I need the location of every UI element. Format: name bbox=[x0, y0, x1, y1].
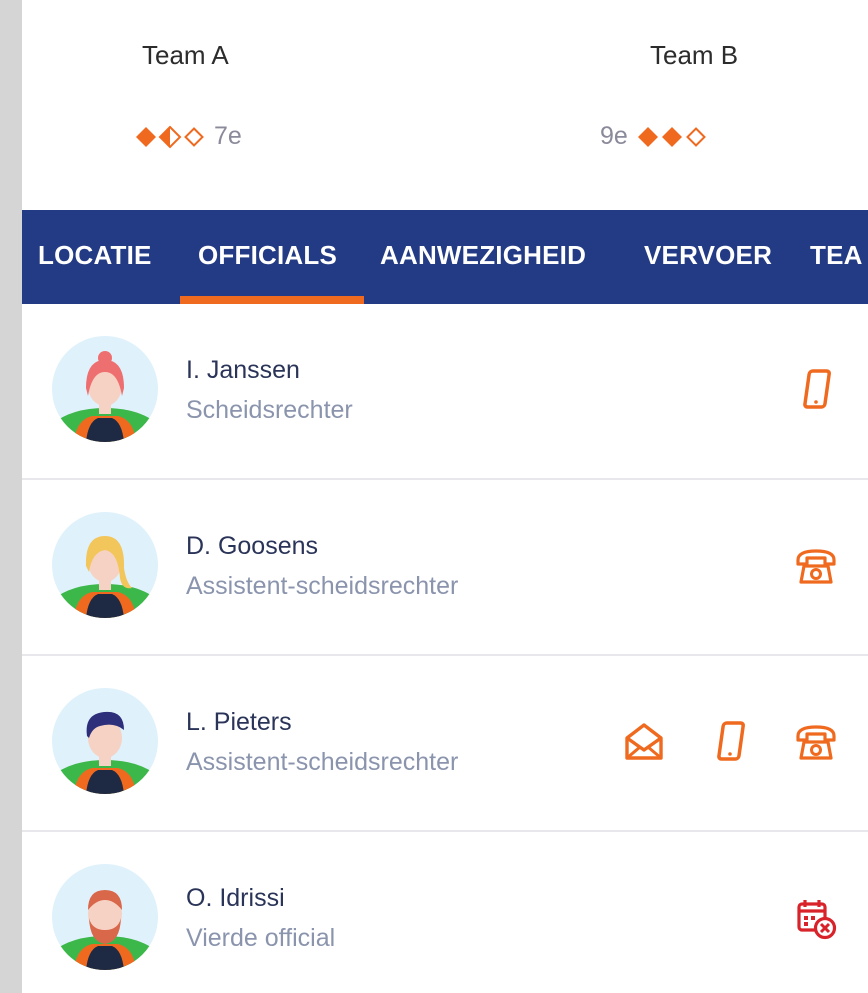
match-header: Team A Team B 7e 9e bbox=[22, 0, 868, 210]
official-role: Assistent-scheidsrechter bbox=[186, 748, 459, 776]
tab-vervoer[interactable]: VERVOER bbox=[644, 240, 772, 271]
contact-actions bbox=[794, 542, 838, 590]
form-diamond-full-icon bbox=[136, 126, 156, 147]
team-a-name: Team A bbox=[142, 40, 229, 70]
avatar-man-beard bbox=[52, 864, 158, 970]
official-row[interactable]: D. Goosens Assistent-scheidsrechter bbox=[22, 480, 868, 656]
tab-locatie[interactable]: LOCATIE bbox=[38, 240, 152, 271]
avatar-man-dark-hair bbox=[52, 688, 158, 794]
tab-team[interactable]: TEA bbox=[810, 240, 863, 271]
tab-officials[interactable]: OFFICIALS bbox=[198, 240, 337, 271]
mobile-phone-icon[interactable] bbox=[708, 718, 752, 766]
team-b-form: 9e bbox=[600, 122, 708, 151]
form-diamond-empty-icon bbox=[184, 126, 204, 147]
email-icon[interactable] bbox=[622, 718, 666, 766]
official-role: Assistent-scheidsrechter bbox=[186, 572, 459, 600]
avatar bbox=[52, 864, 158, 970]
landline-phone-icon[interactable] bbox=[794, 718, 838, 766]
official-name: O. Idrissi bbox=[186, 884, 285, 912]
calendar-unavailable-icon[interactable] bbox=[794, 894, 838, 942]
active-tab-indicator bbox=[180, 296, 364, 304]
avatar bbox=[52, 336, 158, 442]
official-row[interactable]: O. Idrissi Vierde official bbox=[22, 832, 868, 993]
official-name: L. Pieters bbox=[186, 708, 292, 736]
contact-actions bbox=[794, 366, 838, 414]
team-b-form-diamonds bbox=[636, 125, 708, 149]
avatar bbox=[52, 688, 158, 794]
team-a-form: 7e bbox=[134, 122, 242, 151]
avatar-woman-red-hair bbox=[52, 336, 158, 442]
official-name: I. Janssen bbox=[186, 356, 300, 384]
official-name: D. Goosens bbox=[186, 532, 319, 560]
form-diamond-full-icon bbox=[661, 126, 682, 147]
avatar-woman-blonde-hair bbox=[52, 512, 158, 618]
form-diamond-full-icon bbox=[637, 126, 658, 147]
tab-bar: LOCATIE OFFICIALS AANWEZIGHEID VERVOER T… bbox=[22, 210, 868, 304]
landline-phone-icon[interactable] bbox=[794, 542, 838, 590]
team-b-rank: 9e bbox=[600, 122, 628, 150]
official-role: Scheidsrechter bbox=[186, 396, 353, 424]
contact-actions bbox=[622, 718, 838, 766]
team-a-form-diamonds bbox=[134, 125, 206, 149]
form-diamond-half-icon bbox=[158, 125, 182, 148]
contact-actions bbox=[794, 894, 838, 942]
team-a-rank: 7e bbox=[214, 122, 242, 150]
form-diamond-empty-icon bbox=[685, 126, 706, 147]
mobile-phone-icon[interactable] bbox=[794, 366, 838, 414]
team-b-name: Team B bbox=[650, 40, 739, 70]
official-row[interactable]: L. Pieters Assistent-scheidsrechter bbox=[22, 656, 868, 832]
official-role: Vierde official bbox=[186, 924, 336, 952]
officials-list: I. Janssen Scheidsrechter D. Goosens Ass… bbox=[22, 304, 868, 993]
avatar bbox=[52, 512, 158, 618]
match-officials-screen: Team A Team B 7e 9e LOCATIE OFFICIALS AA… bbox=[22, 0, 868, 993]
tab-aanwezigheid[interactable]: AANWEZIGHEID bbox=[380, 240, 586, 271]
official-row[interactable]: I. Janssen Scheidsrechter bbox=[22, 304, 868, 480]
